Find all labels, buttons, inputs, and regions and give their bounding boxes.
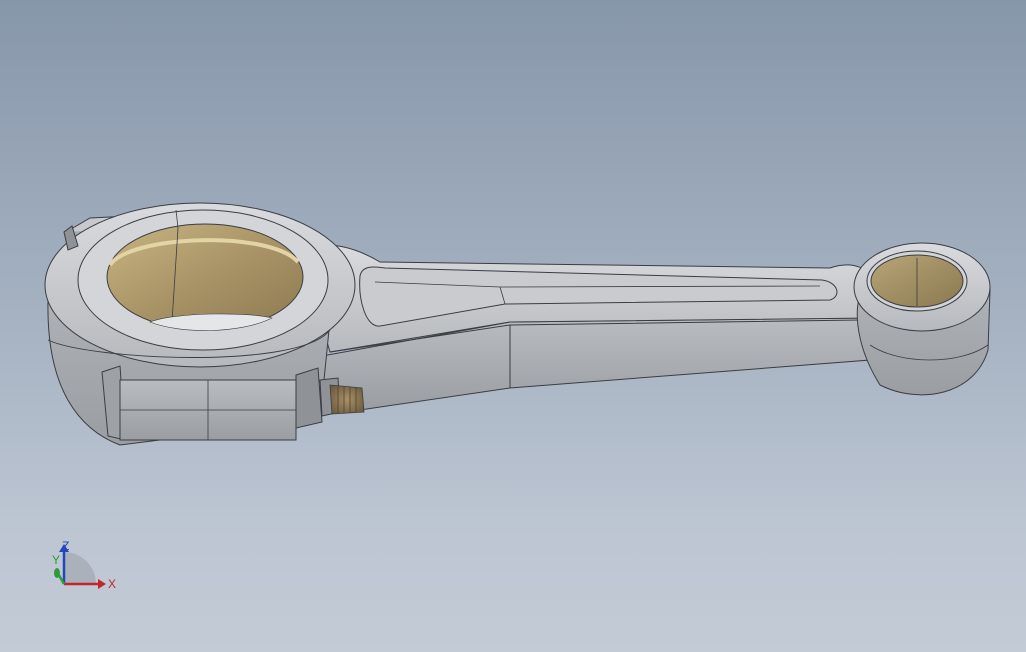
small-end[interactable] <box>853 242 991 396</box>
3d-viewport[interactable]: X Y Z <box>0 0 1026 652</box>
y-axis-label: Y <box>52 553 60 567</box>
x-axis-label: X <box>108 577 116 591</box>
z-axis-label: Z <box>62 539 69 553</box>
triad-plane <box>64 552 96 584</box>
x-axis-arrow <box>98 579 106 589</box>
orientation-triad[interactable]: X Y Z <box>40 536 130 606</box>
connecting-rod-model[interactable] <box>0 0 1026 652</box>
rod-beam[interactable] <box>298 244 871 411</box>
y-axis-arrow <box>54 568 60 578</box>
